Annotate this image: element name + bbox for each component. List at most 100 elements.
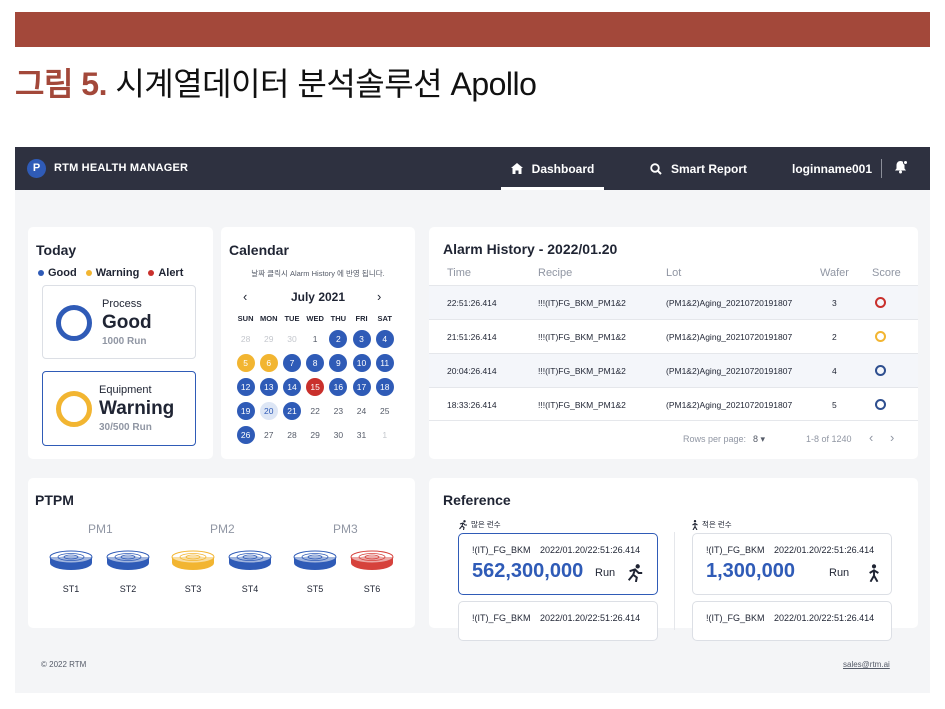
equipment-label: Equipment — [99, 384, 152, 396]
col-recipe[interactable]: Recipe — [538, 267, 572, 279]
station-disk-icon[interactable] — [106, 550, 150, 572]
ref-recipe-name: !(IT)_FG_BKM — [472, 613, 531, 623]
pagination-next-button[interactable]: › — [890, 430, 894, 445]
calendar-day-plain[interactable]: 30 — [329, 426, 347, 444]
calendar-day-selected[interactable]: 20 — [259, 402, 278, 420]
calendar-day-plain[interactable]: 23 — [329, 402, 347, 420]
col-wafer[interactable]: Wafer — [820, 267, 849, 279]
pm-group-label: PM1 — [88, 522, 113, 536]
table-row[interactable]: 22:51:26.414 !!!(IT)FG_BKM_PM1&2 (PM1&2)… — [429, 285, 918, 319]
username[interactable]: loginname001 — [792, 162, 872, 176]
calendar-dow-row: SUN MON TUE WED THU FRI SAT — [234, 311, 408, 325]
calendar-cell: 21 — [280, 399, 303, 423]
calendar-cell: 29 — [304, 423, 327, 447]
calendar-day-good[interactable]: 11 — [375, 354, 394, 372]
many-runs-label: 많은 런수 — [458, 519, 501, 530]
calendar-day-plain[interactable]: 25 — [376, 402, 394, 420]
calendar-day-plain[interactable]: 1 — [306, 330, 324, 348]
today-card: Today Good Warning Alert Process Good 10… — [28, 227, 213, 459]
calendar-day-good[interactable]: 3 — [352, 330, 371, 348]
process-status-ring — [56, 305, 92, 341]
calendar-day-plain[interactable]: 27 — [260, 426, 278, 444]
figure-caption: 그림 5. 시계열데이터 분석솔루션 Apollo — [15, 64, 537, 104]
calendar-card: Calendar 날짜 클릭시 Alarm History 에 반영 됩니다. … — [221, 227, 415, 459]
tab-smart-report[interactable]: Smart Report — [650, 147, 747, 190]
score-good-icon — [875, 399, 886, 410]
calendar-day-plain[interactable]: 28 — [283, 426, 301, 444]
calendar-day-plain[interactable]: 24 — [353, 402, 371, 420]
reference-card-many[interactable]: !(IT)_FG_BKM 2022/01.20/22:51:26.414 562… — [458, 533, 658, 595]
today-title: Today — [36, 242, 77, 258]
calendar-day-good[interactable]: 14 — [282, 378, 301, 396]
row-wafer: 5 — [832, 400, 837, 410]
legend-alert-dot — [148, 270, 155, 276]
pagination-prev-button[interactable]: ‹ — [869, 430, 873, 445]
station-disk-icon[interactable] — [228, 550, 272, 572]
calendar-day-good[interactable]: 8 — [306, 354, 325, 372]
equipment-status-box[interactable]: Equipment Warning 30/500 Run — [42, 371, 196, 446]
reference-card-many-2[interactable]: !(IT)_FG_BKM 2022/01.20/22:51:26.414 — [458, 601, 658, 641]
station-disk-icon[interactable] — [293, 550, 337, 572]
calendar-day-good[interactable]: 17 — [352, 378, 371, 396]
calendar-day-plain[interactable]: 31 — [353, 426, 371, 444]
ref-run-unit: Run — [829, 567, 850, 579]
brand[interactable]: P RTM HEALTH MANAGER — [27, 158, 188, 178]
brand-logo-icon: P — [27, 158, 46, 178]
calendar-cell: 16 — [327, 375, 350, 399]
row-time: 18:33:26.414 — [447, 400, 497, 410]
notification-button[interactable] — [894, 160, 908, 179]
calendar-day-good[interactable]: 10 — [352, 354, 371, 372]
nav-divider — [881, 159, 882, 178]
calendar-next-button[interactable]: › — [377, 289, 381, 304]
calendar-day-warn[interactable]: 5 — [236, 354, 255, 372]
calendar-cell: 18 — [373, 375, 396, 399]
pm-group-label: PM2 — [210, 522, 235, 536]
reference-card-few-2[interactable]: !(IT)_FG_BKM 2022/01.20/22:51:26.414 — [692, 601, 892, 641]
process-status-box[interactable]: Process Good 1000 Run — [42, 285, 196, 359]
few-runs-label: 적은 런수 — [691, 519, 732, 530]
ref-run-value: 1,300,000 — [706, 560, 795, 582]
calendar-day-empty: 28 — [240, 334, 251, 344]
calendar-day-good[interactable]: 21 — [282, 402, 301, 420]
table-row[interactable]: 20:04:26.414 !!!(IT)FG_BKM_PM1&2 (PM1&2)… — [429, 353, 918, 387]
col-time[interactable]: Time — [447, 267, 471, 279]
alarm-history-card: Alarm History - 2022/01.20 Time Recipe L… — [429, 227, 918, 459]
station-disk-icon[interactable] — [171, 550, 215, 572]
footer-email-link[interactable]: sales@rtm.ai — [843, 660, 890, 669]
calendar-day-plain[interactable]: 22 — [306, 402, 324, 420]
calendar-day-good[interactable]: 16 — [329, 378, 348, 396]
station-disk-icon[interactable] — [49, 550, 93, 572]
calendar-day-good[interactable]: 26 — [236, 426, 255, 444]
rows-per-page-select[interactable]: 8 ▾ — [753, 434, 765, 445]
calendar-day-alert[interactable]: 15 — [306, 378, 325, 396]
running-person-icon — [627, 564, 643, 582]
calendar-day-good[interactable]: 12 — [236, 378, 255, 396]
calendar-cell: 28 — [234, 327, 257, 351]
row-recipe: !!!(IT)FG_BKM_PM1&2 — [538, 400, 626, 410]
row-time: 20:04:26.414 — [447, 366, 497, 376]
table-row[interactable]: 18:33:26.414 !!!(IT)FG_BKM_PM1&2 (PM1&2)… — [429, 387, 918, 421]
reference-card-few[interactable]: !(IT)_FG_BKM 2022/01.20/22:51:26.414 1,3… — [692, 533, 892, 595]
calendar-cell: 31 — [350, 423, 373, 447]
search-icon — [650, 162, 662, 175]
calendar-day-good[interactable]: 4 — [375, 330, 394, 348]
calendar-day-good[interactable]: 19 — [236, 402, 255, 420]
tab-dashboard[interactable]: Dashboard — [501, 147, 604, 190]
col-lot[interactable]: Lot — [666, 267, 681, 279]
calendar-day-warn[interactable]: 6 — [259, 354, 278, 372]
calendar-day-good[interactable]: 18 — [375, 378, 394, 396]
calendar-day-good[interactable]: 9 — [329, 354, 348, 372]
table-row[interactable]: 21:51:26.414 !!!(IT)FG_BKM_PM1&2 (PM1&2)… — [429, 319, 918, 353]
calendar-cell: 25 — [373, 399, 396, 423]
station-disk-icon[interactable] — [350, 550, 394, 572]
rows-per-page-label: Rows per page: — [683, 434, 747, 444]
station-label: ST1 — [62, 584, 80, 594]
calendar-day-good[interactable]: 13 — [259, 378, 278, 396]
calendar-day-good[interactable]: 2 — [329, 330, 348, 348]
calendar-day-plain[interactable]: 29 — [306, 426, 324, 444]
row-lot: (PM1&2)Aging_20210720191807 — [666, 366, 793, 376]
row-lot: (PM1&2)Aging_20210720191807 — [666, 298, 793, 308]
col-score[interactable]: Score — [872, 267, 901, 279]
ptpm-card: PTPM PM1 PM2 PM3 ST1 ST2 ST3 ST4 ST5 ST6 — [28, 478, 415, 628]
calendar-day-good[interactable]: 7 — [282, 354, 301, 372]
